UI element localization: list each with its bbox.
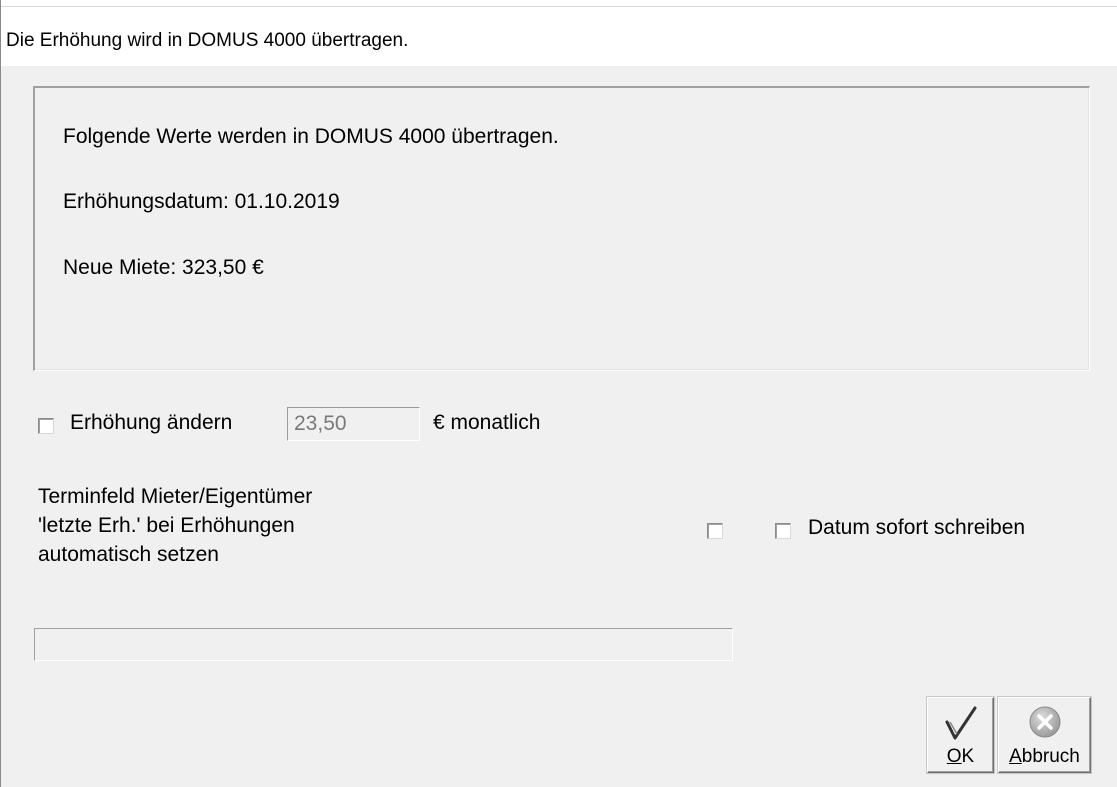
- cancel-button-label: Abbruch: [1009, 746, 1080, 767]
- cancel-x-icon: [1027, 704, 1063, 745]
- terminfeld-label-line-2: 'letzte Erh.' bei Erhöhungen: [38, 514, 295, 537]
- cancel-button[interactable]: Abbruch: [998, 697, 1091, 773]
- change-increase-label[interactable]: Erhöhung ändern: [70, 411, 232, 435]
- info-line-new-rent: Neue Miete: 323,50 €: [63, 256, 264, 279]
- terminfeld-label: Terminfeld Mieter/Eigentümer 'letzte Erh…: [38, 482, 312, 569]
- title-bar: Die Erhöhung wird in DOMUS 4000 übertrag…: [0, 0, 1117, 66]
- progress-bar: [34, 628, 733, 661]
- checkmark-icon: [941, 704, 981, 749]
- terminfeld-label-line-1: Terminfeld Mieter/Eigentümer: [38, 485, 313, 508]
- ok-button-label: OK: [946, 746, 975, 767]
- info-line-date: Erhöhungsdatum: 01.10.2019: [63, 190, 340, 213]
- terminfeld-label-line-3: automatisch setzen: [38, 543, 219, 566]
- window-title: Die Erhöhung wird in DOMUS 4000 übertrag…: [6, 30, 409, 51]
- write-date-now-checkbox[interactable]: [775, 523, 791, 539]
- increase-amount-field[interactable]: [287, 407, 420, 441]
- title-bar-top-edge: [1, 0, 1117, 7]
- per-month-label: € monatlich: [433, 411, 541, 434]
- change-increase-checkbox[interactable]: [38, 418, 54, 434]
- ok-button[interactable]: OK: [927, 697, 994, 773]
- terminfeld-auto-checkbox[interactable]: [707, 523, 723, 539]
- write-date-now-label[interactable]: Datum sofort schreiben: [808, 516, 1025, 540]
- info-line-transfer: Folgende Werte werden in DOMUS 4000 über…: [63, 125, 559, 148]
